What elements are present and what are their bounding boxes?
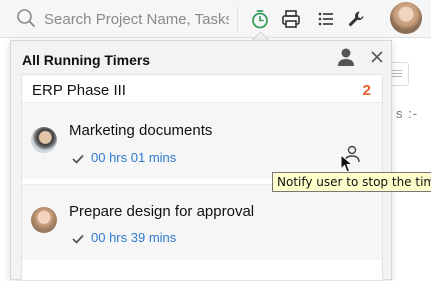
timer-count-badge: 2 bbox=[362, 82, 371, 99]
search-icon[interactable] bbox=[16, 8, 36, 28]
background-text: s :- bbox=[396, 106, 419, 121]
mouse-cursor-icon bbox=[340, 154, 354, 173]
running-timers-popup: All Running Timers ERP Phase III 2 Marke… bbox=[10, 40, 392, 281]
avatar[interactable] bbox=[390, 2, 422, 34]
check-icon bbox=[72, 154, 84, 164]
list-icon[interactable] bbox=[315, 8, 337, 30]
project-name: ERP Phase III bbox=[32, 82, 126, 99]
user-icon[interactable] bbox=[337, 47, 355, 67]
printer-icon[interactable] bbox=[280, 8, 302, 30]
task-time: 00 hrs 01 mins bbox=[91, 150, 177, 165]
task-time: 00 hrs 39 mins bbox=[91, 230, 177, 245]
timer-icon[interactable] bbox=[249, 8, 271, 30]
top-bar bbox=[0, 0, 431, 38]
timer-row[interactable]: Prepare design for approval 00 hrs 39 mi… bbox=[22, 184, 382, 260]
avatar bbox=[31, 207, 57, 233]
popup-title: All Running Timers bbox=[22, 52, 151, 68]
task-title[interactable]: Marketing documents bbox=[69, 122, 212, 139]
close-icon[interactable] bbox=[370, 50, 384, 64]
task-title[interactable]: Prepare design for approval bbox=[69, 203, 254, 220]
check-icon bbox=[72, 234, 84, 244]
search-input[interactable] bbox=[44, 8, 229, 30]
toolbar-divider bbox=[237, 6, 238, 32]
timer-row[interactable]: Marketing documents 00 hrs 01 mins bbox=[22, 102, 382, 179]
tooltip: Notify user to stop the timer bbox=[272, 172, 431, 192]
avatar bbox=[31, 127, 57, 153]
wrench-icon[interactable] bbox=[345, 8, 367, 30]
